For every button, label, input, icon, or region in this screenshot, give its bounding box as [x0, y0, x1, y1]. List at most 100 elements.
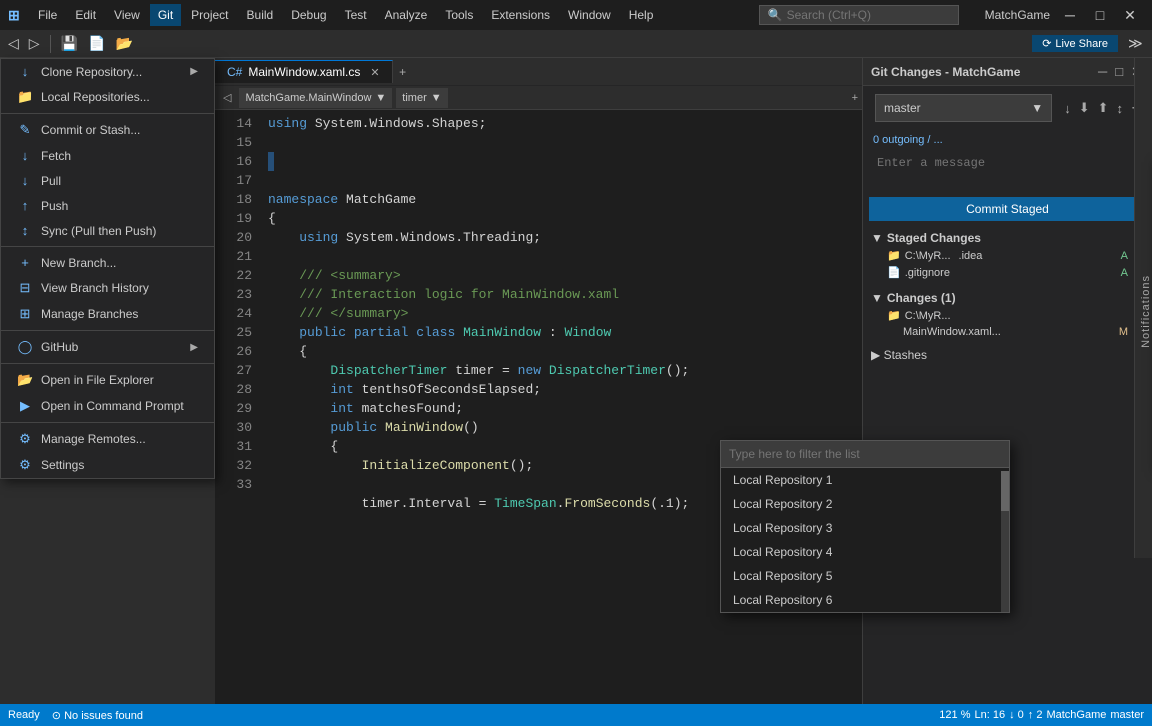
- menu-file[interactable]: File: [30, 4, 65, 26]
- toolbar-forward[interactable]: ▷: [25, 33, 44, 54]
- menu-new-branch[interactable]: + New Branch...: [1, 250, 214, 275]
- toolbar-save[interactable]: 💾: [57, 33, 82, 54]
- staged-changes-header[interactable]: ▼ Staged Changes: [871, 229, 1144, 247]
- menu-open-file-explorer[interactable]: 📂 Open in File Explorer: [1, 367, 214, 393]
- changes-arrow-icon: ▼: [871, 291, 883, 305]
- panel-expand-icon[interactable]: □: [1113, 62, 1125, 82]
- maximize-button[interactable]: □: [1086, 1, 1114, 29]
- status-project[interactable]: MatchGame: [1046, 709, 1106, 721]
- commit-message-input[interactable]: [869, 150, 1146, 190]
- toolbar-open[interactable]: 📂: [111, 33, 136, 54]
- changes-header[interactable]: ▼ Changes (1): [871, 289, 1144, 307]
- staged-item-1[interactable]: 📁 C:\MyR... .idea A: [871, 247, 1144, 264]
- close-button[interactable]: ✕: [1116, 1, 1144, 29]
- stashes-section[interactable]: ▶ Stashes: [863, 344, 1152, 366]
- sync-panel-icon[interactable]: ↕: [1115, 99, 1126, 118]
- view-branch-history-label: View Branch History: [41, 281, 149, 295]
- status-issues[interactable]: ⊙ No issues found: [52, 709, 143, 722]
- class-selector[interactable]: MatchGame.MainWindow ▼: [239, 88, 392, 108]
- toolbar-new[interactable]: 📄: [84, 33, 109, 54]
- add-tab-button[interactable]: +: [393, 65, 413, 79]
- menu-edit[interactable]: Edit: [67, 4, 104, 26]
- panel-minimize-icon[interactable]: ─: [1096, 62, 1109, 82]
- class-selector-label: MatchGame.MainWindow: [245, 92, 371, 104]
- menu-build[interactable]: Build: [239, 4, 282, 26]
- cmd-icon: ▶: [17, 398, 33, 414]
- new-branch-label: New Branch...: [41, 256, 116, 270]
- outgoing-text[interactable]: 0 outgoing / ...: [863, 130, 1152, 150]
- window-title: MatchGame: [985, 8, 1050, 22]
- fetch-down-icon[interactable]: ↓: [1062, 99, 1073, 118]
- status-line[interactable]: Ln: 16: [974, 709, 1005, 721]
- change-item-1-sub[interactable]: MainWindow.xaml... M: [871, 324, 1144, 340]
- repo-item-5[interactable]: Local Repository 5: [721, 564, 997, 588]
- notifications-label[interactable]: Notifications: [1140, 275, 1152, 348]
- notifications-bar: Notifications: [1134, 58, 1152, 558]
- repo-item-2[interactable]: Local Repository 2: [721, 492, 997, 516]
- menu-view[interactable]: View: [106, 4, 148, 26]
- menu-tools[interactable]: Tools: [437, 4, 481, 26]
- menu-github[interactable]: ◯ GitHub ▶: [1, 334, 214, 360]
- commit-staged-button[interactable]: Commit Staged: [869, 197, 1146, 221]
- pull-down-icon[interactable]: ⬇: [1077, 98, 1092, 118]
- sync-icon: ↕: [17, 223, 33, 238]
- staged-item-2[interactable]: 📄 .gitignore A: [871, 264, 1144, 281]
- menu-settings[interactable]: ⚙ Settings: [1, 452, 214, 478]
- menu-view-branch-history[interactable]: ⊟ View Branch History: [1, 275, 214, 301]
- branch-selector[interactable]: master ▼: [875, 94, 1052, 122]
- menu-manage-remotes[interactable]: ⚙ Manage Remotes...: [1, 426, 214, 452]
- menu-project[interactable]: Project: [183, 4, 236, 26]
- menu-manage-branches[interactable]: ⊞ Manage Branches: [1, 301, 214, 327]
- status-branch[interactable]: master: [1110, 709, 1144, 721]
- menu-window[interactable]: Window: [560, 4, 619, 26]
- minimize-button[interactable]: ─: [1056, 1, 1084, 29]
- editor-selectors: ◁ MatchGame.MainWindow ▼ timer ▼ +: [215, 86, 862, 110]
- tab-mainwindow[interactable]: C# MainWindow.xaml.cs ✕: [215, 60, 393, 83]
- push-up-icon[interactable]: ⬆: [1096, 98, 1111, 118]
- repos-scrollbar-thumb[interactable]: [1001, 471, 1009, 511]
- repo-item-1[interactable]: Local Repository 1: [721, 468, 997, 492]
- menu-test[interactable]: Test: [337, 4, 375, 26]
- menu-local-repos[interactable]: 📁 Local Repositories...: [1, 84, 214, 110]
- menu-clone-repo[interactable]: ↓ Clone Repository... ▶: [1, 59, 214, 84]
- menu-extensions[interactable]: Extensions: [483, 4, 558, 26]
- push-label: Push: [41, 199, 68, 213]
- menu-sync[interactable]: ↕ Sync (Pull then Push): [1, 218, 214, 243]
- repo-item-6[interactable]: Local Repository 6: [721, 588, 997, 612]
- search-input[interactable]: [787, 8, 947, 22]
- settings-label: Settings: [41, 458, 84, 472]
- menu-debug[interactable]: Debug: [283, 4, 334, 26]
- menu-git[interactable]: Git: [150, 4, 181, 26]
- menu-pull[interactable]: ↓ Pull: [1, 168, 214, 193]
- repo-item-3[interactable]: Local Repository 3: [721, 516, 997, 540]
- menu-fetch[interactable]: ↓ Fetch: [1, 143, 214, 168]
- repos-filter-input[interactable]: [729, 445, 1001, 463]
- change-item-1[interactable]: 📁 C:\MyR...: [871, 307, 1144, 324]
- repo-item-4[interactable]: Local Repository 4: [721, 540, 997, 564]
- tab-close[interactable]: ✕: [370, 66, 379, 79]
- method-selector[interactable]: timer ▼: [396, 88, 447, 108]
- toolbar-back[interactable]: ◁: [4, 33, 23, 54]
- menu-commit-stash[interactable]: ✎ Commit or Stash...: [1, 117, 214, 143]
- vs-icon: ⊞: [8, 7, 24, 23]
- staged-file-icon: 📄: [887, 266, 901, 279]
- class-selector-arrow: ▼: [375, 92, 386, 104]
- status-commits-up[interactable]: ↑ 2: [1028, 709, 1043, 721]
- repos-scrollbar[interactable]: [1001, 471, 1009, 612]
- toolbar-extra[interactable]: ≫: [1124, 33, 1148, 54]
- push-icon: ↑: [17, 198, 33, 213]
- live-share-button[interactable]: ⟳ Live Share: [1032, 35, 1118, 52]
- status-commits-down[interactable]: ↓ 0: [1009, 709, 1024, 721]
- staged-item-1-letter: A: [1121, 250, 1128, 262]
- line-numbers: 14 15 16 17 18 19 20 21 22 23 24 25 26 2…: [215, 110, 260, 704]
- search-bar[interactable]: 🔍: [759, 5, 959, 25]
- menu-open-cmd[interactable]: ▶ Open in Command Prompt: [1, 393, 214, 419]
- live-share-icon: ⟳: [1042, 37, 1051, 50]
- selector-arrow-left[interactable]: ◁: [219, 91, 235, 104]
- tab-icon: C#: [227, 65, 242, 79]
- editor-extra-actions[interactable]: +: [852, 92, 858, 104]
- status-zoom[interactable]: 121 %: [939, 709, 970, 721]
- menu-analyze[interactable]: Analyze: [377, 4, 436, 26]
- menu-push[interactable]: ↑ Push: [1, 193, 214, 218]
- menu-help[interactable]: Help: [621, 4, 662, 26]
